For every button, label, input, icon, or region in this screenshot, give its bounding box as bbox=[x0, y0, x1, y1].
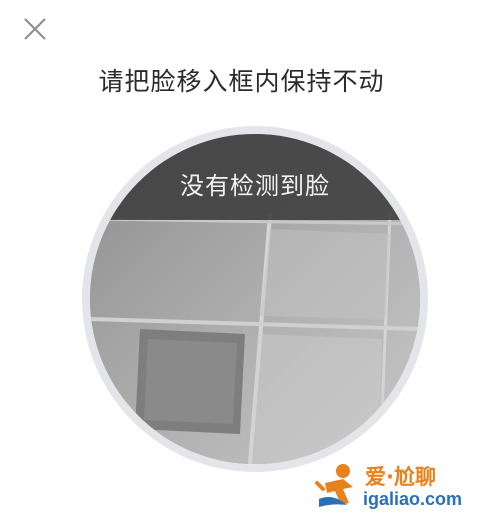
camera-preview: 没有检测到脸 bbox=[90, 134, 420, 464]
status-band: 没有检测到脸 bbox=[90, 134, 420, 220]
instruction-text: 请把脸移入框内保持不动 bbox=[98, 67, 385, 96]
watermark: 爱·尬聊 igaliao.com bbox=[313, 457, 473, 517]
watermark-title: 爱·尬聊 bbox=[365, 465, 436, 489]
mascot-logo-icon bbox=[315, 464, 353, 507]
watermark-url: igaliao.com bbox=[363, 489, 463, 509]
close-button[interactable] bbox=[22, 16, 48, 42]
detection-status-text: 没有检测到脸 bbox=[180, 172, 330, 200]
close-icon bbox=[24, 18, 46, 40]
